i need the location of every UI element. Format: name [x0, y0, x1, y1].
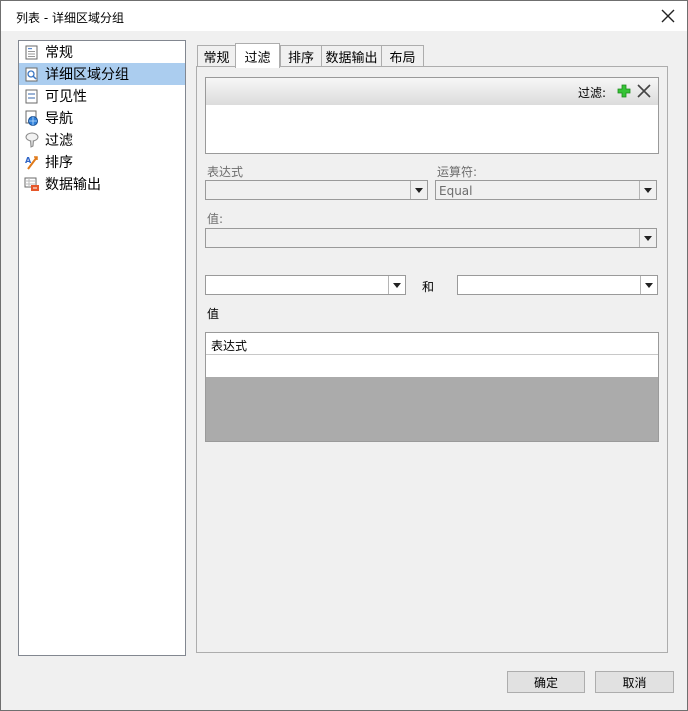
tab-sort[interactable]: 排序	[280, 45, 322, 66]
category-list[interactable]: 常规 详细区域分组 可见性 导航 过滤 A 排序 数据输出	[18, 40, 186, 656]
and-label: 和	[422, 280, 435, 294]
nav-item-label: 可见性	[45, 89, 87, 105]
plus-icon	[617, 84, 631, 98]
general-page-icon	[23, 43, 41, 61]
window-title: 列表 - 详细区域分组	[16, 11, 124, 25]
value-expression-grid[interactable]: 表达式	[205, 332, 659, 442]
tab-data-output[interactable]: 数据输出	[321, 45, 382, 66]
close-icon	[661, 9, 675, 23]
tab-label: 过滤	[244, 50, 271, 66]
tab-filter[interactable]: 过滤	[235, 43, 280, 68]
nav-item-detail-group[interactable]: 详细区域分组	[19, 63, 185, 85]
grid-column-expression: 表达式	[211, 339, 248, 353]
operator-combo[interactable]: Equal	[435, 180, 657, 200]
ok-button[interactable]: 确定	[507, 671, 585, 693]
nav-item-label: 导航	[45, 111, 73, 127]
range-end-combo[interactable]	[457, 275, 658, 295]
filter-header-label: 过滤:	[577, 86, 606, 100]
delete-filter-button[interactable]	[636, 83, 652, 99]
grid-header: 表达式	[206, 333, 658, 355]
cancel-button[interactable]: 取消	[595, 671, 674, 693]
delete-x-icon	[637, 84, 651, 98]
data-output-icon	[23, 175, 41, 193]
tab-label: 常规	[203, 50, 230, 66]
tab-layout[interactable]: 布局	[381, 45, 424, 66]
chevron-down-icon	[644, 235, 652, 241]
close-button[interactable]	[657, 6, 679, 26]
expression-dropdown-arrow[interactable]	[410, 181, 427, 199]
nav-item-navigation[interactable]: 导航	[19, 107, 185, 129]
nav-item-label: 排序	[45, 155, 73, 171]
filter-list-header: 过滤:	[206, 78, 658, 105]
nav-item-sort[interactable]: A 排序	[19, 151, 185, 173]
nav-item-data-output[interactable]: 数据输出	[19, 173, 185, 195]
nav-item-label: 过滤	[45, 133, 73, 149]
nav-item-label: 详细区域分组	[45, 67, 129, 83]
operator-label: 运算符:	[437, 165, 478, 179]
cancel-button-label: 取消	[622, 675, 647, 690]
chevron-down-icon	[644, 187, 652, 193]
ok-button-label: 确定	[533, 675, 558, 690]
chevron-down-icon	[645, 282, 653, 288]
value-combo[interactable]	[205, 228, 657, 248]
tab-general[interactable]: 常规	[197, 45, 236, 66]
expression-combo[interactable]	[205, 180, 428, 200]
chevron-down-icon	[415, 187, 423, 193]
list-properties-dialog: 列表 - 详细区域分组 常规 详细区域分组 可见性 导航 过滤 A 排序 数据输…	[0, 0, 688, 711]
visibility-page-icon	[23, 87, 41, 105]
value-section-label: 值	[207, 307, 220, 321]
title-bar: 列表 - 详细区域分组	[1, 1, 687, 31]
add-filter-button[interactable]	[616, 83, 632, 99]
expression-label: 表达式	[207, 165, 244, 179]
range-end-dropdown-arrow[interactable]	[640, 276, 657, 294]
filter-tab-panel: 过滤: 表达式 运算符: Equal 值: 和 值 表达式	[196, 66, 668, 653]
tab-label: 布局	[389, 50, 416, 66]
tab-label: 排序	[287, 50, 314, 66]
sort-icon: A	[23, 153, 41, 171]
nav-item-visibility[interactable]: 可见性	[19, 85, 185, 107]
group-page-icon	[23, 65, 41, 83]
nav-item-general[interactable]: 常规	[19, 41, 185, 63]
range-start-dropdown-arrow[interactable]	[388, 276, 405, 294]
navigation-globe-icon	[23, 109, 41, 127]
filter-list[interactable]: 过滤:	[205, 77, 659, 154]
nav-item-filter[interactable]: 过滤	[19, 129, 185, 151]
filter-funnel-icon	[23, 131, 41, 149]
operator-value: Equal	[439, 184, 473, 198]
operator-dropdown-arrow[interactable]	[639, 181, 656, 199]
nav-item-label: 常规	[45, 45, 73, 61]
tab-label: 数据输出	[325, 50, 378, 66]
range-start-combo[interactable]	[205, 275, 406, 295]
nav-item-label: 数据输出	[45, 177, 101, 193]
chevron-down-icon	[393, 282, 401, 288]
value-dropdown-arrow[interactable]	[639, 229, 656, 247]
table-row[interactable]	[206, 355, 658, 377]
value-label: 值:	[207, 212, 224, 226]
